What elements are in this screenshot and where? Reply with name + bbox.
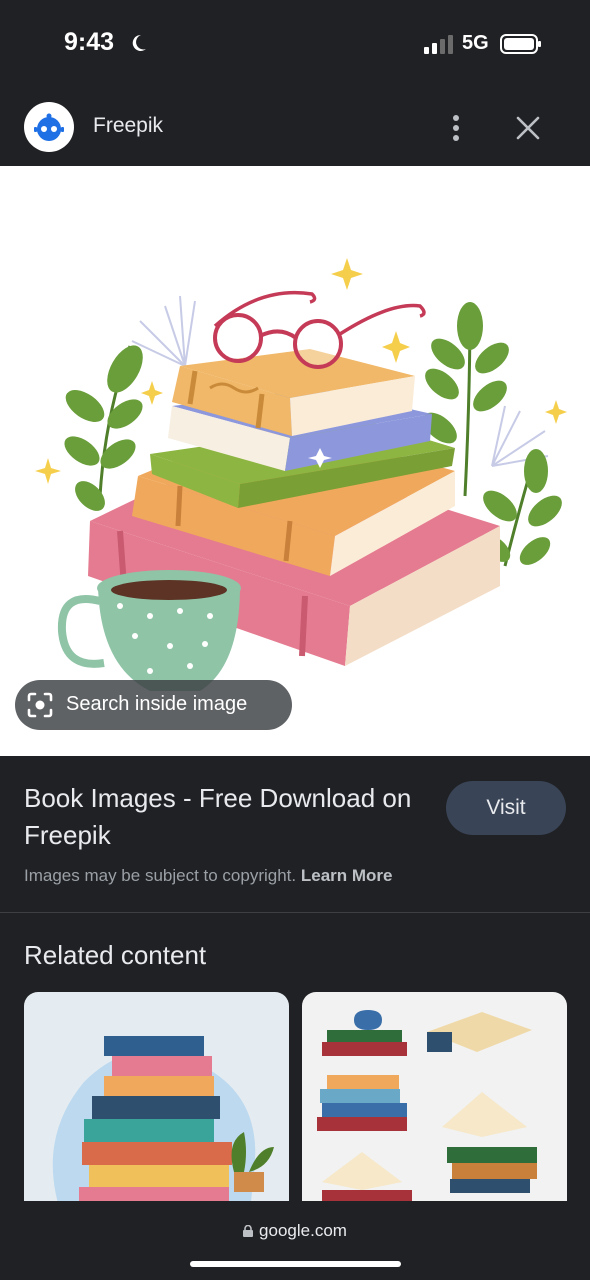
lens-icon	[27, 692, 53, 718]
related-card-2[interactable]	[302, 992, 567, 1222]
network-label: 5G	[462, 32, 489, 54]
clock: 9:43	[64, 28, 115, 56]
books-collection-thumbnail	[317, 1010, 537, 1204]
book-stack-thumbnail	[52, 1036, 274, 1222]
related-card-1[interactable]	[24, 992, 289, 1222]
learn-more-link[interactable]: Learn More	[301, 866, 393, 885]
copyright-text: Images may be subject to copyright.	[24, 866, 297, 885]
site-avatar[interactable]	[24, 102, 74, 152]
source-header: Freepik	[0, 88, 590, 166]
visit-button[interactable]: Visit	[446, 781, 566, 835]
url-bar[interactable]: google.com	[0, 1221, 590, 1241]
moon-icon	[132, 34, 146, 51]
lock-icon	[243, 1225, 254, 1237]
url-text: google.com	[259, 1221, 347, 1240]
battery-icon	[500, 34, 541, 54]
preview-image[interactable]: Search inside image	[0, 166, 590, 756]
result-title[interactable]: Book Images - Free Download on Freepik	[24, 780, 424, 854]
status-bar: 9:43 5G	[0, 0, 590, 88]
books-illustration	[35, 258, 567, 691]
search-inside-image-label: Search inside image	[66, 693, 248, 715]
signal-icon	[424, 35, 453, 54]
close-icon[interactable]	[514, 114, 542, 142]
freepik-logo-icon	[34, 113, 64, 141]
more-options-icon[interactable]	[446, 114, 466, 142]
divider	[0, 912, 590, 913]
copyright-notice: Images may be subject to copyright. Lear…	[24, 866, 393, 886]
related-content-heading: Related content	[24, 940, 207, 970]
home-indicator[interactable]	[190, 1261, 401, 1267]
browser-bottom-bar: google.com	[0, 1201, 590, 1280]
site-name[interactable]: Freepik	[93, 114, 163, 138]
search-inside-image-button[interactable]: Search inside image	[15, 680, 292, 730]
